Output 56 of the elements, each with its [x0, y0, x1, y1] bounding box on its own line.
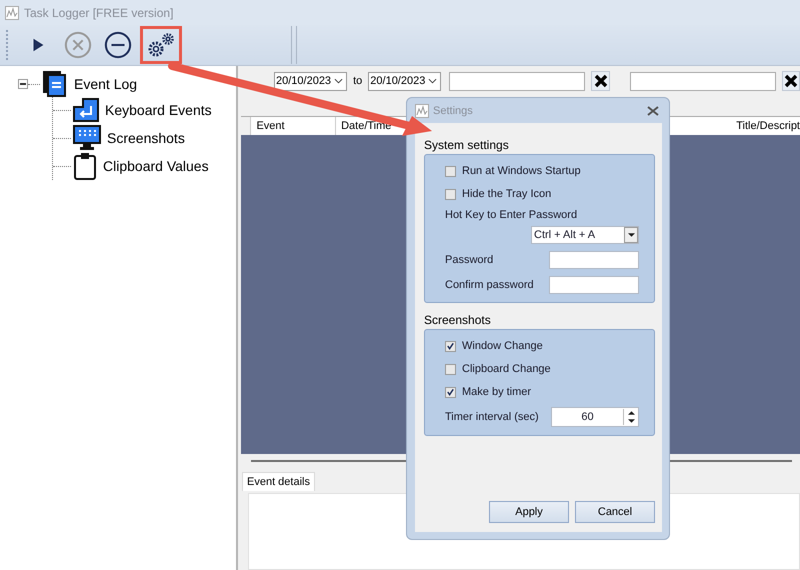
- password-field[interactable]: [549, 251, 639, 269]
- app-icon: [5, 6, 19, 20]
- close-icon: [592, 73, 609, 89]
- window-title: Task Logger [FREE version]: [24, 6, 174, 20]
- monitor-icon: [73, 125, 101, 151]
- checkbox-label: Run at Windows Startup: [462, 165, 581, 177]
- date-picker[interactable]: 20/10/2023: [274, 72, 348, 90]
- checkbox-label: Make by timer: [462, 386, 532, 398]
- checkbox[interactable]: [445, 386, 456, 398]
- filter-field[interactable]: [449, 72, 586, 90]
- settings-button[interactable]: [140, 26, 182, 64]
- apply-button[interactable]: Apply: [489, 501, 569, 523]
- dropdown-button[interactable]: [624, 227, 638, 243]
- header-corner: [241, 117, 252, 135]
- hotkey-dropdown[interactable]: Ctrl + Alt + A: [531, 226, 639, 244]
- tree-item[interactable]: Clipboard Values: [103, 158, 209, 174]
- enter-key-icon: [73, 98, 99, 122]
- checkbox[interactable]: [445, 340, 456, 352]
- clipboard-icon: [73, 152, 97, 180]
- interval-spinner[interactable]: 60: [551, 407, 639, 427]
- clear-button[interactable]: [591, 71, 610, 91]
- close-icon: [782, 73, 799, 89]
- checkbox-label: Hide the Tray Icon: [462, 188, 552, 200]
- field-label: Password: [445, 254, 494, 266]
- chevron-icon: [334, 78, 344, 84]
- checkbox[interactable]: [445, 364, 456, 374]
- cancel-button[interactable]: Cancel: [575, 501, 655, 523]
- field-label: Timer interval (sec): [445, 411, 539, 423]
- tree-item[interactable]: Keyboard Events: [105, 102, 212, 118]
- app-icon: [415, 104, 429, 118]
- checkbox[interactable]: [445, 188, 456, 200]
- section-heading: Screenshots: [424, 313, 492, 327]
- details-tab[interactable]: Event details: [242, 472, 315, 491]
- log-icon: [42, 70, 68, 98]
- up-arrow-icon[interactable]: [628, 411, 634, 415]
- cancel-icon: [64, 31, 92, 59]
- section-heading: System settings: [424, 138, 510, 152]
- down-arrow-icon[interactable]: [628, 419, 634, 423]
- dialog-title: Settings: [433, 104, 474, 116]
- clear-button[interactable]: [782, 71, 800, 91]
- checkbox[interactable]: [445, 166, 456, 176]
- collapse-icon[interactable]: [18, 79, 28, 89]
- tree-item[interactable]: Screenshots: [107, 130, 185, 146]
- minus-icon: [104, 31, 132, 59]
- password-field[interactable]: [549, 276, 639, 294]
- tree-item[interactable]: Event Log: [74, 76, 138, 92]
- field-label: Confirm password: [445, 279, 534, 291]
- date-picker[interactable]: 20/10/2023: [368, 72, 442, 90]
- caret-icon: [628, 233, 634, 237]
- checkbox-label: Window Change: [462, 340, 543, 352]
- field-label: Hot Key to Enter Password: [445, 209, 578, 221]
- close-icon[interactable]: [647, 106, 659, 116]
- to-label: to: [353, 75, 362, 87]
- filter-field[interactable]: [630, 72, 776, 90]
- checkbox-label: Clipboard Change: [462, 363, 551, 375]
- chevron-icon: [428, 78, 438, 84]
